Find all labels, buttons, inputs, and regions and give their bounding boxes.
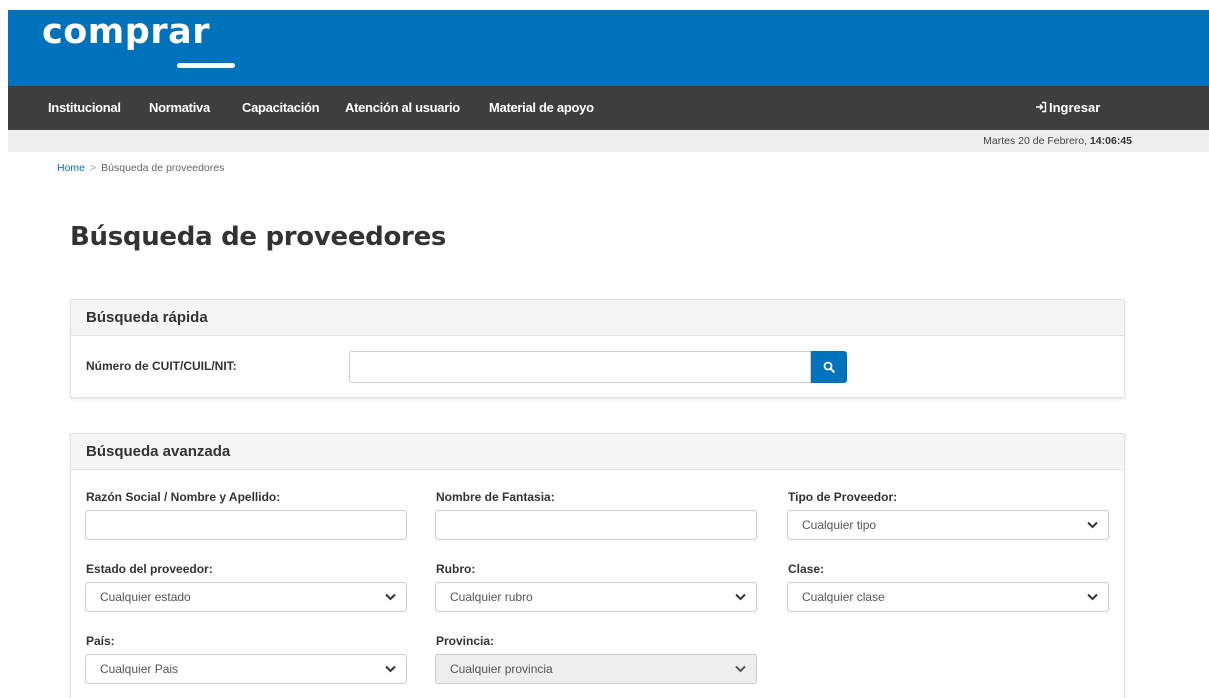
time-text: 14:06:45 (1089, 135, 1132, 147)
breadcrumb: Home > Búsqueda de proveedores (57, 162, 224, 174)
logo-underline (177, 63, 235, 68)
breadcrumb-separator: > (90, 162, 97, 174)
chevron-down-icon (385, 593, 396, 601)
estado-value: Cualquier estado (100, 590, 191, 604)
provincia-label: Provincia: (436, 634, 495, 648)
clase-label: Clase: (788, 562, 825, 576)
search-icon (823, 361, 835, 373)
main-nav: Institucional Normativa Capacitación Ate… (8, 86, 1209, 130)
tipo-proveedor-select[interactable]: Cualquier tipo (787, 510, 1109, 540)
chevron-down-icon (385, 665, 396, 673)
chevron-down-icon (1087, 593, 1098, 601)
breadcrumb-home[interactable]: Home (57, 162, 85, 174)
nav-institucional[interactable]: Institucional (48, 86, 121, 130)
sign-in-icon (1035, 86, 1047, 130)
current-datetime: Martes 20 de Febrero, 14:06:45 (983, 130, 1132, 152)
nav-capacitacion[interactable]: Capacitación (242, 86, 320, 130)
login-link[interactable]: Ingresar (1035, 86, 1100, 130)
razon-social-label: Razón Social / Nombre y Apellido: (86, 490, 281, 504)
page-title: Búsqueda de proveedores (70, 222, 447, 252)
advanced-search-title: Búsqueda avanzada (71, 434, 1124, 470)
fantasia-label: Nombre de Fantasia: (436, 490, 555, 504)
nav-atencion-usuario[interactable]: Atención al usuario (345, 86, 460, 130)
rubro-label: Rubro: (436, 562, 476, 576)
chevron-down-icon (1087, 521, 1098, 529)
pais-select[interactable]: Cualquier Pais (85, 654, 407, 684)
provincia-select: Cualquier provincia (435, 654, 757, 684)
date-bar: Martes 20 de Febrero, 14:06:45 (8, 130, 1209, 152)
breadcrumb-current: Búsqueda de proveedores (101, 162, 225, 174)
nav-normativa[interactable]: Normativa (149, 86, 210, 130)
estado-select[interactable]: Cualquier estado (85, 582, 407, 612)
quick-search-panel: Búsqueda rápida Número de CUIT/CUIL/NIT: (70, 299, 1125, 398)
cuit-input[interactable] (349, 351, 811, 383)
clase-select[interactable]: Cualquier clase (787, 582, 1109, 612)
pais-value: Cualquier Pais (100, 662, 179, 676)
chevron-down-icon (735, 665, 746, 673)
site-header: comprar (8, 10, 1209, 86)
login-label: Ingresar (1049, 100, 1101, 115)
razon-social-input[interactable] (85, 510, 407, 540)
tipo-proveedor-value: Cualquier tipo (802, 518, 877, 532)
provincia-value: Cualquier provincia (450, 662, 553, 676)
pais-label: País: (86, 634, 115, 648)
comprar-logo[interactable]: comprar (42, 12, 210, 52)
tipo-proveedor-label: Tipo de Proveedor: (788, 490, 898, 504)
rubro-select[interactable]: Cualquier rubro (435, 582, 757, 612)
cuit-label: Número de CUIT/CUIL/NIT: (86, 359, 237, 373)
advanced-search-panel: Búsqueda avanzada Razón Social / Nombre … (70, 433, 1125, 698)
rubro-value: Cualquier rubro (450, 590, 533, 604)
estado-label: Estado del proveedor: (86, 562, 213, 576)
date-text: Martes 20 de Febrero, (983, 135, 1088, 147)
clase-value: Cualquier clase (802, 590, 885, 604)
fantasia-input[interactable] (435, 510, 757, 540)
chevron-down-icon (735, 593, 746, 601)
quick-search-title: Búsqueda rápida (71, 300, 1124, 336)
nav-material-apoyo[interactable]: Material de apoyo (489, 86, 594, 130)
quick-search-button[interactable] (811, 351, 847, 383)
